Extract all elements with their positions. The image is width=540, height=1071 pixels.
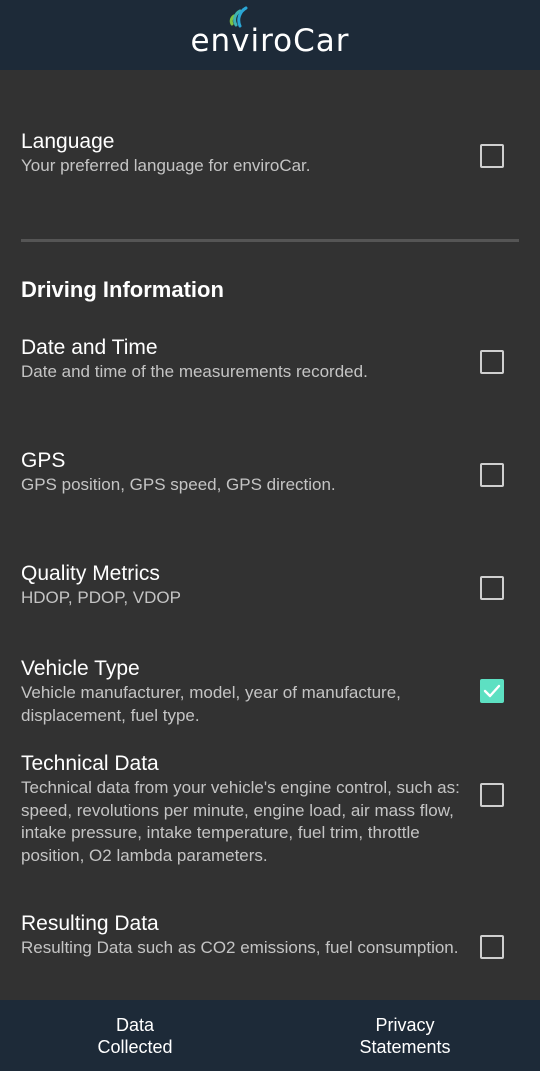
- setting-title: Resulting Data: [21, 912, 159, 935]
- setting-resulting-data[interactable]: Resulting Data Resulting Data such as CO…: [21, 912, 461, 960]
- data-collected-button[interactable]: Data Collected: [0, 1000, 270, 1071]
- setting-title: Date and Time: [21, 336, 158, 359]
- language-checkbox[interactable]: [480, 144, 504, 168]
- gps-checkbox[interactable]: [480, 463, 504, 487]
- setting-technical-data[interactable]: Technical Data Technical data from your …: [21, 752, 461, 867]
- bottom-navigation: Data Collected Privacy Statements: [0, 1000, 540, 1071]
- setting-title: Technical Data: [21, 752, 159, 775]
- setting-description: GPS position, GPS speed, GPS direction.: [21, 475, 336, 494]
- privacy-statements-label: Privacy Statements: [359, 1014, 451, 1057]
- screen: enviroCar Language Your preferred langua…: [0, 0, 540, 1071]
- resulting-data-checkbox[interactable]: [480, 935, 504, 959]
- setting-description: Resulting Data such as CO2 emissions, fu…: [21, 938, 459, 957]
- setting-description: Technical data from your vehicle's engin…: [21, 778, 460, 865]
- envirocar-logo: enviroCar: [190, 6, 350, 59]
- setting-date-and-time[interactable]: Date and Time Date and time of the measu…: [21, 336, 461, 384]
- setting-description: Date and time of the measurements record…: [21, 362, 368, 381]
- checkmark-icon: [483, 684, 501, 698]
- logo-text: enviroCar: [190, 22, 350, 59]
- section-header-driving-information: Driving Information: [21, 277, 224, 302]
- setting-description: Your preferred language for enviroCar.: [21, 156, 311, 175]
- setting-vehicle-type[interactable]: Vehicle Type Vehicle manufacturer, model…: [21, 657, 421, 727]
- vehicle-type-checkbox[interactable]: [480, 679, 504, 703]
- privacy-statements-button[interactable]: Privacy Statements: [270, 1000, 540, 1071]
- setting-description: HDOP, PDOP, VDOP: [21, 588, 181, 607]
- setting-language[interactable]: Language Your preferred language for env…: [21, 130, 461, 178]
- signal-icon: [230, 6, 248, 27]
- setting-title: Vehicle Type: [21, 657, 140, 680]
- settings-list: Language Your preferred language for env…: [0, 70, 540, 1000]
- setting-title: Quality Metrics: [21, 562, 160, 585]
- quality-metrics-checkbox[interactable]: [480, 576, 504, 600]
- setting-title: GPS: [21, 449, 66, 472]
- technical-data-checkbox[interactable]: [480, 783, 504, 807]
- setting-quality-metrics[interactable]: Quality Metrics HDOP, PDOP, VDOP: [21, 562, 461, 610]
- divider: [21, 239, 519, 242]
- setting-description: Vehicle manufacturer, model, year of man…: [21, 683, 401, 725]
- setting-title: Language: [21, 130, 115, 153]
- app-header: enviroCar: [0, 0, 540, 70]
- data-collected-label: Data Collected: [97, 1014, 173, 1057]
- date-and-time-checkbox[interactable]: [480, 350, 504, 374]
- setting-gps[interactable]: GPS GPS position, GPS speed, GPS directi…: [21, 449, 461, 497]
